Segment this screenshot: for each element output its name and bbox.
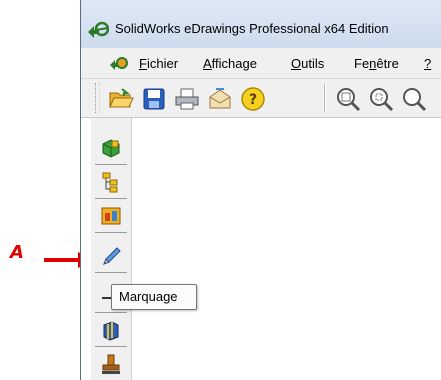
markup-pencil-icon[interactable] xyxy=(97,242,125,270)
sidebar-separator xyxy=(95,198,127,199)
menu-fenetre[interactable]: Fenêtre xyxy=(354,56,399,71)
menu-outils[interactable]: Outils xyxy=(291,56,324,71)
sidebar-separator xyxy=(95,232,127,233)
tree-icon[interactable] xyxy=(97,168,125,196)
drawing-area[interactable] xyxy=(133,118,441,380)
components-icon[interactable] xyxy=(97,134,125,162)
configurations-icon[interactable] xyxy=(97,202,125,230)
help-icon[interactable]: ? xyxy=(238,84,268,114)
zoom-to-area-icon[interactable] xyxy=(366,84,396,114)
stamp-icon[interactable] xyxy=(97,350,125,378)
toolbar-grip[interactable] xyxy=(95,83,100,113)
menu-fichier[interactable]: Fichier xyxy=(139,56,178,71)
save-icon[interactable] xyxy=(139,84,169,114)
edrawings-app-icon xyxy=(88,21,109,38)
sidebar-separator xyxy=(95,312,127,313)
edrawings-window: SolidWorks eDrawings Professional x64 Ed… xyxy=(80,0,441,380)
sidebar-separator xyxy=(95,164,127,165)
print-icon[interactable] xyxy=(172,84,202,114)
section-icon[interactable] xyxy=(97,316,125,344)
svg-text:?: ? xyxy=(249,92,257,108)
zoom-in-out-icon[interactable] xyxy=(399,84,429,114)
menu-help[interactable]: ? xyxy=(424,56,431,71)
edrawings-menu-icon[interactable] xyxy=(109,54,129,72)
annotation-label-a: A xyxy=(10,242,24,263)
zoom-to-fit-icon[interactable] xyxy=(333,84,363,114)
toolbar-separator xyxy=(324,84,325,112)
tooltip-text: Marquage xyxy=(119,289,178,304)
sidebar-separator xyxy=(95,346,127,347)
tooltip-marquage: Marquage xyxy=(111,284,197,310)
email-icon[interactable] xyxy=(205,84,235,114)
sidebar-separator xyxy=(95,272,127,273)
menu-affichage[interactable]: Affichage xyxy=(203,56,257,71)
window-title: SolidWorks eDrawings Professional x64 Ed… xyxy=(115,21,389,36)
title-bar: SolidWorks eDrawings Professional x64 Ed… xyxy=(81,0,441,48)
open-icon[interactable] xyxy=(106,84,136,114)
